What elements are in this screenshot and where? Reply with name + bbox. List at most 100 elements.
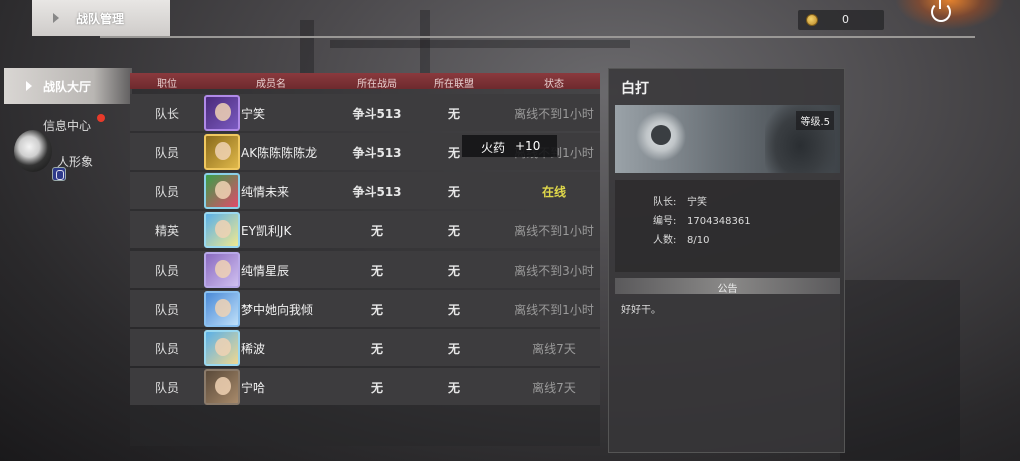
member-role: 队员 <box>154 146 180 160</box>
member-avatar <box>204 291 240 327</box>
member-status: 离线不到1小时 <box>514 224 594 238</box>
member-count-label: 人数: <box>653 235 677 246</box>
table-row[interactable]: 队长 宁笑 争斗513 无 离线不到1小时 <box>130 94 600 131</box>
arrow-right-icon <box>53 13 59 23</box>
team-management-tab[interactable]: 战队管理 <box>32 0 170 36</box>
member-role: 队员 <box>154 342 180 356</box>
member-battle: 争斗513 <box>352 107 402 121</box>
team-info-panel: 白打 等级.5 队长: 宁笑 编号: 1704348361 人数: 8/10 公告 好… <box>608 68 845 453</box>
table-row[interactable]: 队员 纯情星辰 无 无 离线不到3小时 <box>130 251 600 288</box>
team-id-value: 1704348361 <box>687 216 751 227</box>
sidebar-item-info-center[interactable]: 信息中心 <box>43 117 91 134</box>
member-avatar <box>204 369 240 405</box>
member-role: 队员 <box>154 303 180 317</box>
member-role: 队员 <box>154 264 180 278</box>
table-header: 职位 成员名 所在战局 所在联盟 状态 <box>130 73 600 90</box>
member-status: 离线7天 <box>532 381 576 395</box>
header-divider <box>100 36 975 38</box>
team-info-box: 队长: 宁笑 编号: 1704348361 人数: 8/10 <box>615 180 840 272</box>
background-beam <box>330 40 630 48</box>
background-pole <box>300 20 314 80</box>
background-building <box>840 280 960 460</box>
power-icon[interactable] <box>931 0 951 22</box>
member-battle: 无 <box>370 303 384 317</box>
table-row[interactable]: 队员 宁哈 无 无 离线7天 <box>130 368 600 405</box>
member-alliance: 无 <box>447 381 461 395</box>
table-row[interactable]: 队员 稀波 无 无 离线7天 <box>130 329 600 366</box>
column-header: 所在联盟 <box>434 79 474 90</box>
member-alliance: 无 <box>447 264 461 278</box>
table-row[interactable]: 精英 EY凯利JK 无 无 离线不到1小时 <box>130 211 600 248</box>
member-role: 精英 <box>154 224 180 238</box>
member-avatar <box>204 252 240 288</box>
member-avatar <box>204 212 240 248</box>
member-status: 离线不到1小时 <box>514 303 594 317</box>
background-pole <box>420 10 430 80</box>
reward-tooltip: 火药 +10 <box>462 135 557 157</box>
notice-title: 公告 <box>717 284 738 295</box>
column-header: 成员名 <box>256 79 286 90</box>
member-battle: 无 <box>370 224 384 238</box>
member-count-row: 人数: 8/10 <box>653 231 709 246</box>
member-name: AK陈陈陈陈龙 <box>241 146 318 160</box>
column-header: 所在战局 <box>357 79 397 90</box>
member-name: 宁哈 <box>241 381 266 395</box>
member-count-value: 8/10 <box>687 235 710 246</box>
member-name: 纯情星辰 <box>241 264 290 278</box>
member-avatar <box>204 330 240 366</box>
currency-display: 0 <box>798 10 884 30</box>
notice-text: 好好干。 <box>621 305 661 316</box>
captain-value: 宁笑 <box>687 197 707 208</box>
member-battle: 无 <box>370 342 384 356</box>
member-name: 宁笑 <box>241 107 266 121</box>
member-avatar <box>204 95 240 131</box>
member-alliance: 无 <box>447 224 461 238</box>
team-banner: 等级.5 <box>615 105 840 173</box>
member-name: EY凯利JK <box>241 224 292 238</box>
column-header: 状态 <box>544 79 564 90</box>
table-row[interactable]: 队员 梦中她向我倾 无 无 离线不到1小时 <box>130 290 600 327</box>
member-status: 离线不到3小时 <box>514 264 594 278</box>
member-alliance: 无 <box>447 303 461 317</box>
member-battle: 无 <box>370 264 384 278</box>
coin-icon <box>806 14 818 26</box>
captain-label: 队长: <box>653 197 677 208</box>
team-id-label: 编号: <box>653 216 677 227</box>
member-name: 梦中她向我倾 <box>241 303 314 317</box>
member-role: 队员 <box>154 185 180 199</box>
tooltip-value: +10 <box>515 139 541 153</box>
sidebar-item-label: 战队大厅 <box>43 80 92 94</box>
member-alliance: 无 <box>447 107 461 121</box>
member-status: 离线不到1小时 <box>514 107 594 121</box>
member-avatar <box>204 173 240 209</box>
captain-row: 队长: 宁笑 <box>653 193 707 208</box>
member-alliance: 无 <box>447 185 461 199</box>
column-header: 职位 <box>157 79 177 90</box>
member-battle: 无 <box>370 381 384 395</box>
member-role: 队员 <box>154 381 180 395</box>
team-level: 等级.5 <box>796 111 834 130</box>
member-name: 纯情未来 <box>241 185 290 199</box>
badge-icon <box>52 167 66 181</box>
sidebar-item-team-hall[interactable]: 战队大厅 <box>4 68 132 104</box>
currency-value: 0 <box>842 13 849 26</box>
member-battle: 争斗513 <box>352 146 402 160</box>
member-status: 离线7天 <box>532 342 576 356</box>
player-avatar <box>14 130 52 172</box>
notification-dot <box>97 114 105 122</box>
page-title: 战队管理 <box>76 12 125 26</box>
member-alliance: 无 <box>447 146 461 160</box>
member-avatar <box>204 134 240 170</box>
table-row[interactable]: 队员 纯情未来 争斗513 无 在线 <box>130 172 600 209</box>
member-role: 队长 <box>154 107 180 121</box>
skull-emblem-icon <box>633 111 689 167</box>
notice-header: 公告 <box>615 278 840 295</box>
arrow-right-icon <box>26 81 32 91</box>
team-id-row: 编号: 1704348361 <box>653 212 751 227</box>
tooltip-item: 火药 <box>481 141 506 155</box>
team-name: 白打 <box>621 81 649 97</box>
member-alliance: 无 <box>447 342 461 356</box>
member-battle: 争斗513 <box>352 185 402 199</box>
member-name: 稀波 <box>241 342 266 356</box>
member-status: 在线 <box>541 185 567 199</box>
